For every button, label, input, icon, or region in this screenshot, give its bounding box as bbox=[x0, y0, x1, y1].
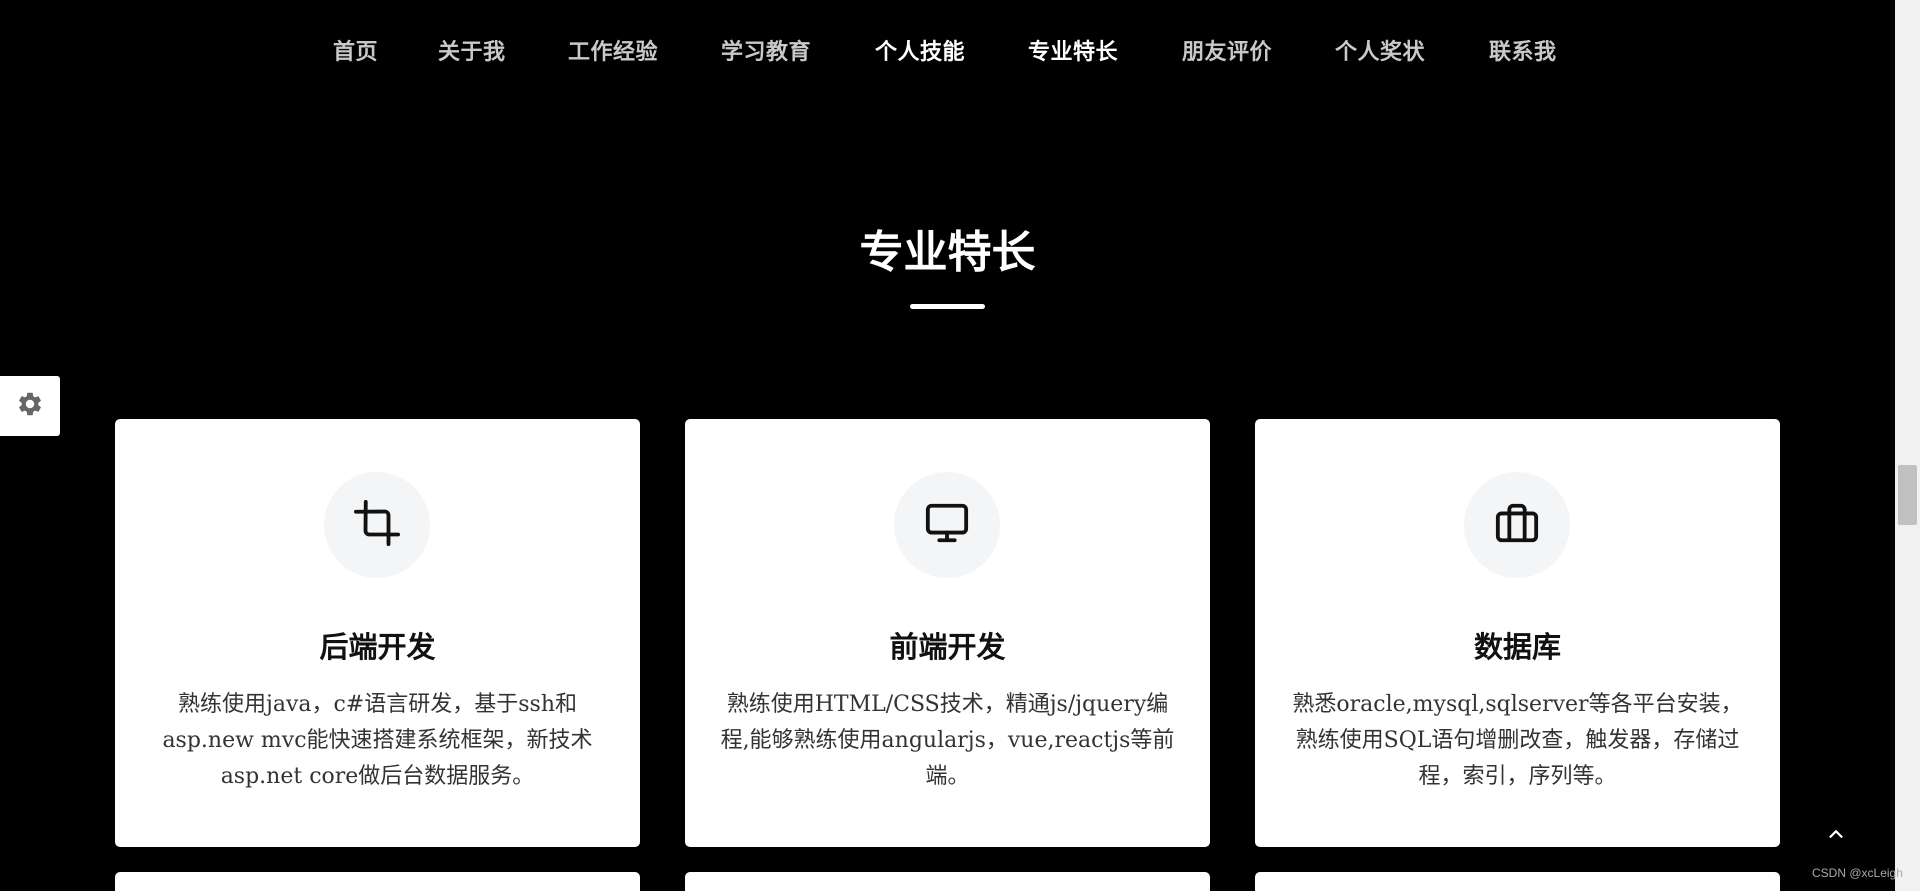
briefcase-icon bbox=[1494, 500, 1540, 550]
card-title: 数据库 bbox=[1473, 630, 1561, 664]
scrollbar[interactable] bbox=[1895, 0, 1920, 891]
gear-icon bbox=[16, 390, 44, 422]
nav-item-specialties[interactable]: 专业特长 bbox=[1028, 34, 1118, 66]
page: 首页 关于我 工作经验 学习教育 个人技能 专业特长 朋友评价 个人奖状 联系我… bbox=[0, 0, 1920, 891]
crop-icon bbox=[354, 500, 400, 550]
nav-item-reviews[interactable]: 朋友评价 bbox=[1182, 34, 1272, 66]
card-description: 熟悉oracle,mysql,sqlserver等各平台安装，熟练使用SQL语句… bbox=[1292, 692, 1743, 789]
skill-card-partial bbox=[1255, 872, 1780, 891]
card-icon-wrapper bbox=[324, 472, 430, 578]
back-to-top-button[interactable] bbox=[1810, 810, 1862, 862]
nav-item-about[interactable]: 关于我 bbox=[438, 34, 506, 66]
card-description: 熟练使用HTML/CSS技术，精通js/jquery编程,能够熟练使用angul… bbox=[720, 692, 1175, 789]
monitor-icon bbox=[924, 500, 970, 550]
nav-item-skills[interactable]: 个人技能 bbox=[875, 34, 965, 66]
skill-card-partial bbox=[115, 872, 640, 891]
section-title: 专业特长 bbox=[859, 227, 1036, 278]
card-description: 熟练使用java，c#语言研发，基于ssh和asp.new mvc能快速搭建系统… bbox=[162, 692, 593, 789]
watermark: CSDN @xcLeigh bbox=[1812, 866, 1903, 880]
skill-card-backend: 后端开发 熟练使用java，c#语言研发，基于ssh和asp.new mvc能快… bbox=[115, 419, 640, 847]
skill-card-partial bbox=[685, 872, 1210, 891]
card-title: 前端开发 bbox=[889, 630, 1006, 664]
title-underline bbox=[910, 304, 985, 309]
card-icon-wrapper bbox=[894, 472, 1000, 578]
skill-card-frontend: 前端开发 熟练使用HTML/CSS技术，精通js/jquery编程,能够熟练使用… bbox=[685, 419, 1210, 847]
card-icon-wrapper bbox=[1464, 472, 1570, 578]
scrollbar-thumb[interactable] bbox=[1898, 465, 1917, 525]
nav-item-experience[interactable]: 工作经验 bbox=[568, 34, 658, 66]
nav-item-awards[interactable]: 个人奖状 bbox=[1335, 34, 1425, 66]
nav-item-contact[interactable]: 联系我 bbox=[1489, 34, 1557, 66]
card-title: 后端开发 bbox=[319, 630, 436, 664]
skill-card-database: 数据库 熟悉oracle,mysql,sqlserver等各平台安装，熟练使用S… bbox=[1255, 419, 1780, 847]
settings-button[interactable] bbox=[0, 376, 60, 436]
nav-item-education[interactable]: 学习教育 bbox=[721, 34, 811, 66]
nav-item-home[interactable]: 首页 bbox=[333, 34, 378, 66]
chevron-up-icon bbox=[1825, 823, 1847, 849]
